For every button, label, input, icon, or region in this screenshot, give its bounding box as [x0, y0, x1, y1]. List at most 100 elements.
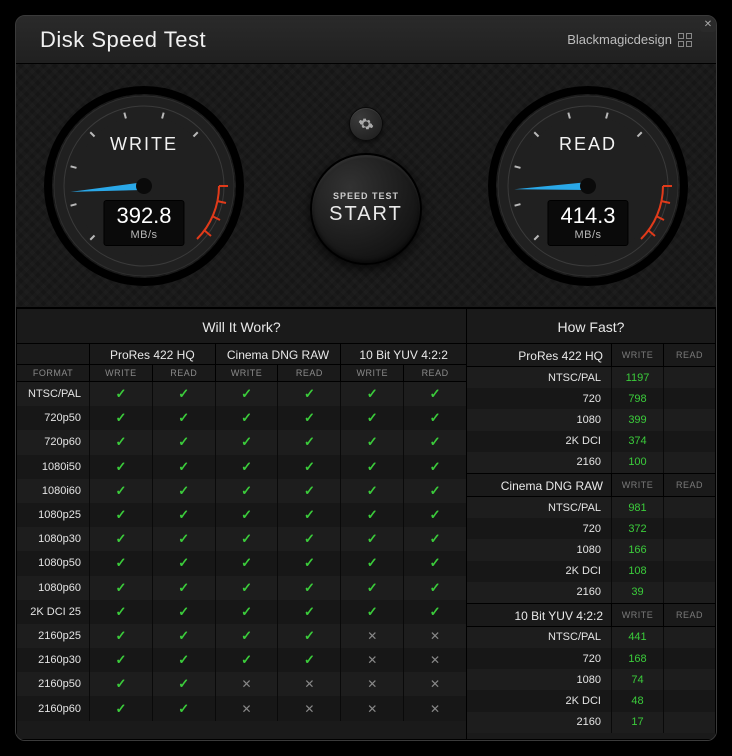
check-icon: ✓ — [115, 555, 126, 571]
table-row: 720372 — [467, 518, 715, 539]
cross-icon: ✕ — [430, 677, 440, 691]
hf-group-header: Cinema DNG RAWWRITEREAD — [467, 473, 715, 497]
status-pass: ✓ — [152, 503, 215, 527]
table-row: 1080i60✓✓✓✓✓✓ — [17, 479, 466, 503]
status-pass: ✓ — [89, 406, 152, 430]
check-icon: ✓ — [241, 604, 252, 620]
check-icon: ✓ — [115, 507, 126, 523]
check-icon: ✓ — [115, 604, 126, 620]
check-icon: ✓ — [430, 580, 441, 596]
write-gauge-readout: 392.8 MB/s — [103, 200, 184, 246]
resolution-label: 2K DCI — [467, 690, 611, 711]
format-label: 2160p60 — [17, 696, 89, 720]
read-gauge: READ 414.3 MB/s — [488, 86, 688, 286]
write-fps: 372 — [611, 518, 663, 539]
check-icon: ✓ — [241, 386, 252, 402]
table-row: 1080399 — [467, 409, 715, 430]
check-icon: ✓ — [430, 434, 441, 450]
table-row: NTSC/PAL1197 — [467, 367, 715, 388]
write-gauge-label: WRITE — [44, 134, 244, 155]
check-icon: ✓ — [241, 555, 252, 571]
check-icon: ✓ — [304, 580, 315, 596]
status-pass: ✓ — [215, 503, 278, 527]
check-icon: ✓ — [304, 555, 315, 571]
resolution-label: 720 — [467, 518, 611, 539]
status-pass: ✓ — [152, 696, 215, 720]
check-icon: ✓ — [304, 459, 315, 475]
check-icon: ✓ — [367, 386, 378, 402]
check-icon: ✓ — [115, 676, 126, 692]
status-pass: ✓ — [89, 479, 152, 503]
close-button[interactable]: ✕ — [700, 16, 716, 32]
check-icon: ✓ — [241, 652, 252, 668]
check-icon: ✓ — [367, 555, 378, 571]
write-fps: 74 — [611, 669, 663, 690]
check-icon: ✓ — [115, 652, 126, 668]
format-label: 2160p50 — [17, 672, 89, 696]
check-icon: ✓ — [430, 507, 441, 523]
resolution-label: 1080 — [467, 409, 611, 430]
status-pass: ✓ — [215, 648, 278, 672]
write-fps: 374 — [611, 431, 663, 452]
status-pass: ✓ — [89, 600, 152, 624]
status-fail: ✕ — [403, 696, 466, 720]
brand-icon — [678, 33, 692, 47]
read-fps — [663, 561, 715, 582]
write-fps: 17 — [611, 712, 663, 733]
table-row: 1080166 — [467, 539, 715, 560]
write-fps: 981 — [611, 497, 663, 518]
hf-codec-label: ProRes 422 HQ — [467, 344, 611, 366]
cross-icon: ✕ — [367, 629, 377, 643]
status-pass: ✓ — [215, 527, 278, 551]
resolution-label: 2K DCI — [467, 561, 611, 582]
status-pass: ✓ — [215, 382, 278, 406]
status-pass: ✓ — [89, 696, 152, 720]
check-icon: ✓ — [430, 604, 441, 620]
status-pass: ✓ — [403, 600, 466, 624]
check-icon: ✓ — [430, 531, 441, 547]
status-pass: ✓ — [340, 576, 403, 600]
start-button[interactable]: SPEED TEST START — [310, 153, 422, 265]
check-icon: ✓ — [304, 410, 315, 426]
status-pass: ✓ — [152, 648, 215, 672]
table-row: 1080p25✓✓✓✓✓✓ — [17, 503, 466, 527]
check-icon: ✓ — [367, 604, 378, 620]
status-pass: ✓ — [403, 406, 466, 430]
center-controls: SPEED TEST START — [310, 107, 422, 265]
write-unit: MB/s — [116, 229, 171, 241]
hf-read-label: READ — [663, 604, 715, 626]
table-row: NTSC/PAL✓✓✓✓✓✓ — [17, 382, 466, 406]
status-pass: ✓ — [403, 551, 466, 575]
check-icon: ✓ — [115, 701, 126, 717]
check-icon: ✓ — [115, 410, 126, 426]
check-icon: ✓ — [241, 410, 252, 426]
cross-icon: ✕ — [242, 677, 252, 691]
cross-icon: ✕ — [242, 702, 252, 716]
table-row: NTSC/PAL981 — [467, 497, 715, 518]
resolution-label: 720 — [467, 648, 611, 669]
format-label: 1080p60 — [17, 576, 89, 600]
format-label: 2160p25 — [17, 624, 89, 648]
wiw-codec-header: ProRes 422 HQ Cinema DNG RAW 10 Bit YUV … — [17, 344, 466, 365]
table-row: 720798 — [467, 388, 715, 409]
check-icon: ✓ — [178, 434, 189, 450]
cross-icon: ✕ — [304, 702, 314, 716]
write-value: 392.8 — [116, 203, 171, 229]
settings-button[interactable] — [349, 107, 383, 141]
status-pass: ✓ — [215, 624, 278, 648]
format-label: 2160p30 — [17, 648, 89, 672]
wiw-codec-0: ProRes 422 HQ — [89, 344, 215, 365]
status-pass: ✓ — [340, 503, 403, 527]
read-value: 414.3 — [560, 203, 615, 229]
table-row: 2K DCI 25✓✓✓✓✓✓ — [17, 600, 466, 624]
table-row: 1080i50✓✓✓✓✓✓ — [17, 455, 466, 479]
status-pass: ✓ — [340, 527, 403, 551]
check-icon: ✓ — [304, 531, 315, 547]
wiw-sub-1: READ — [152, 365, 215, 382]
table-row: 2160p60✓✓✕✕✕✕ — [17, 696, 466, 720]
format-label: 720p60 — [17, 430, 89, 454]
check-icon: ✓ — [178, 652, 189, 668]
cross-icon: ✕ — [367, 653, 377, 667]
check-icon: ✓ — [241, 531, 252, 547]
table-row: 2K DCI374 — [467, 431, 715, 452]
